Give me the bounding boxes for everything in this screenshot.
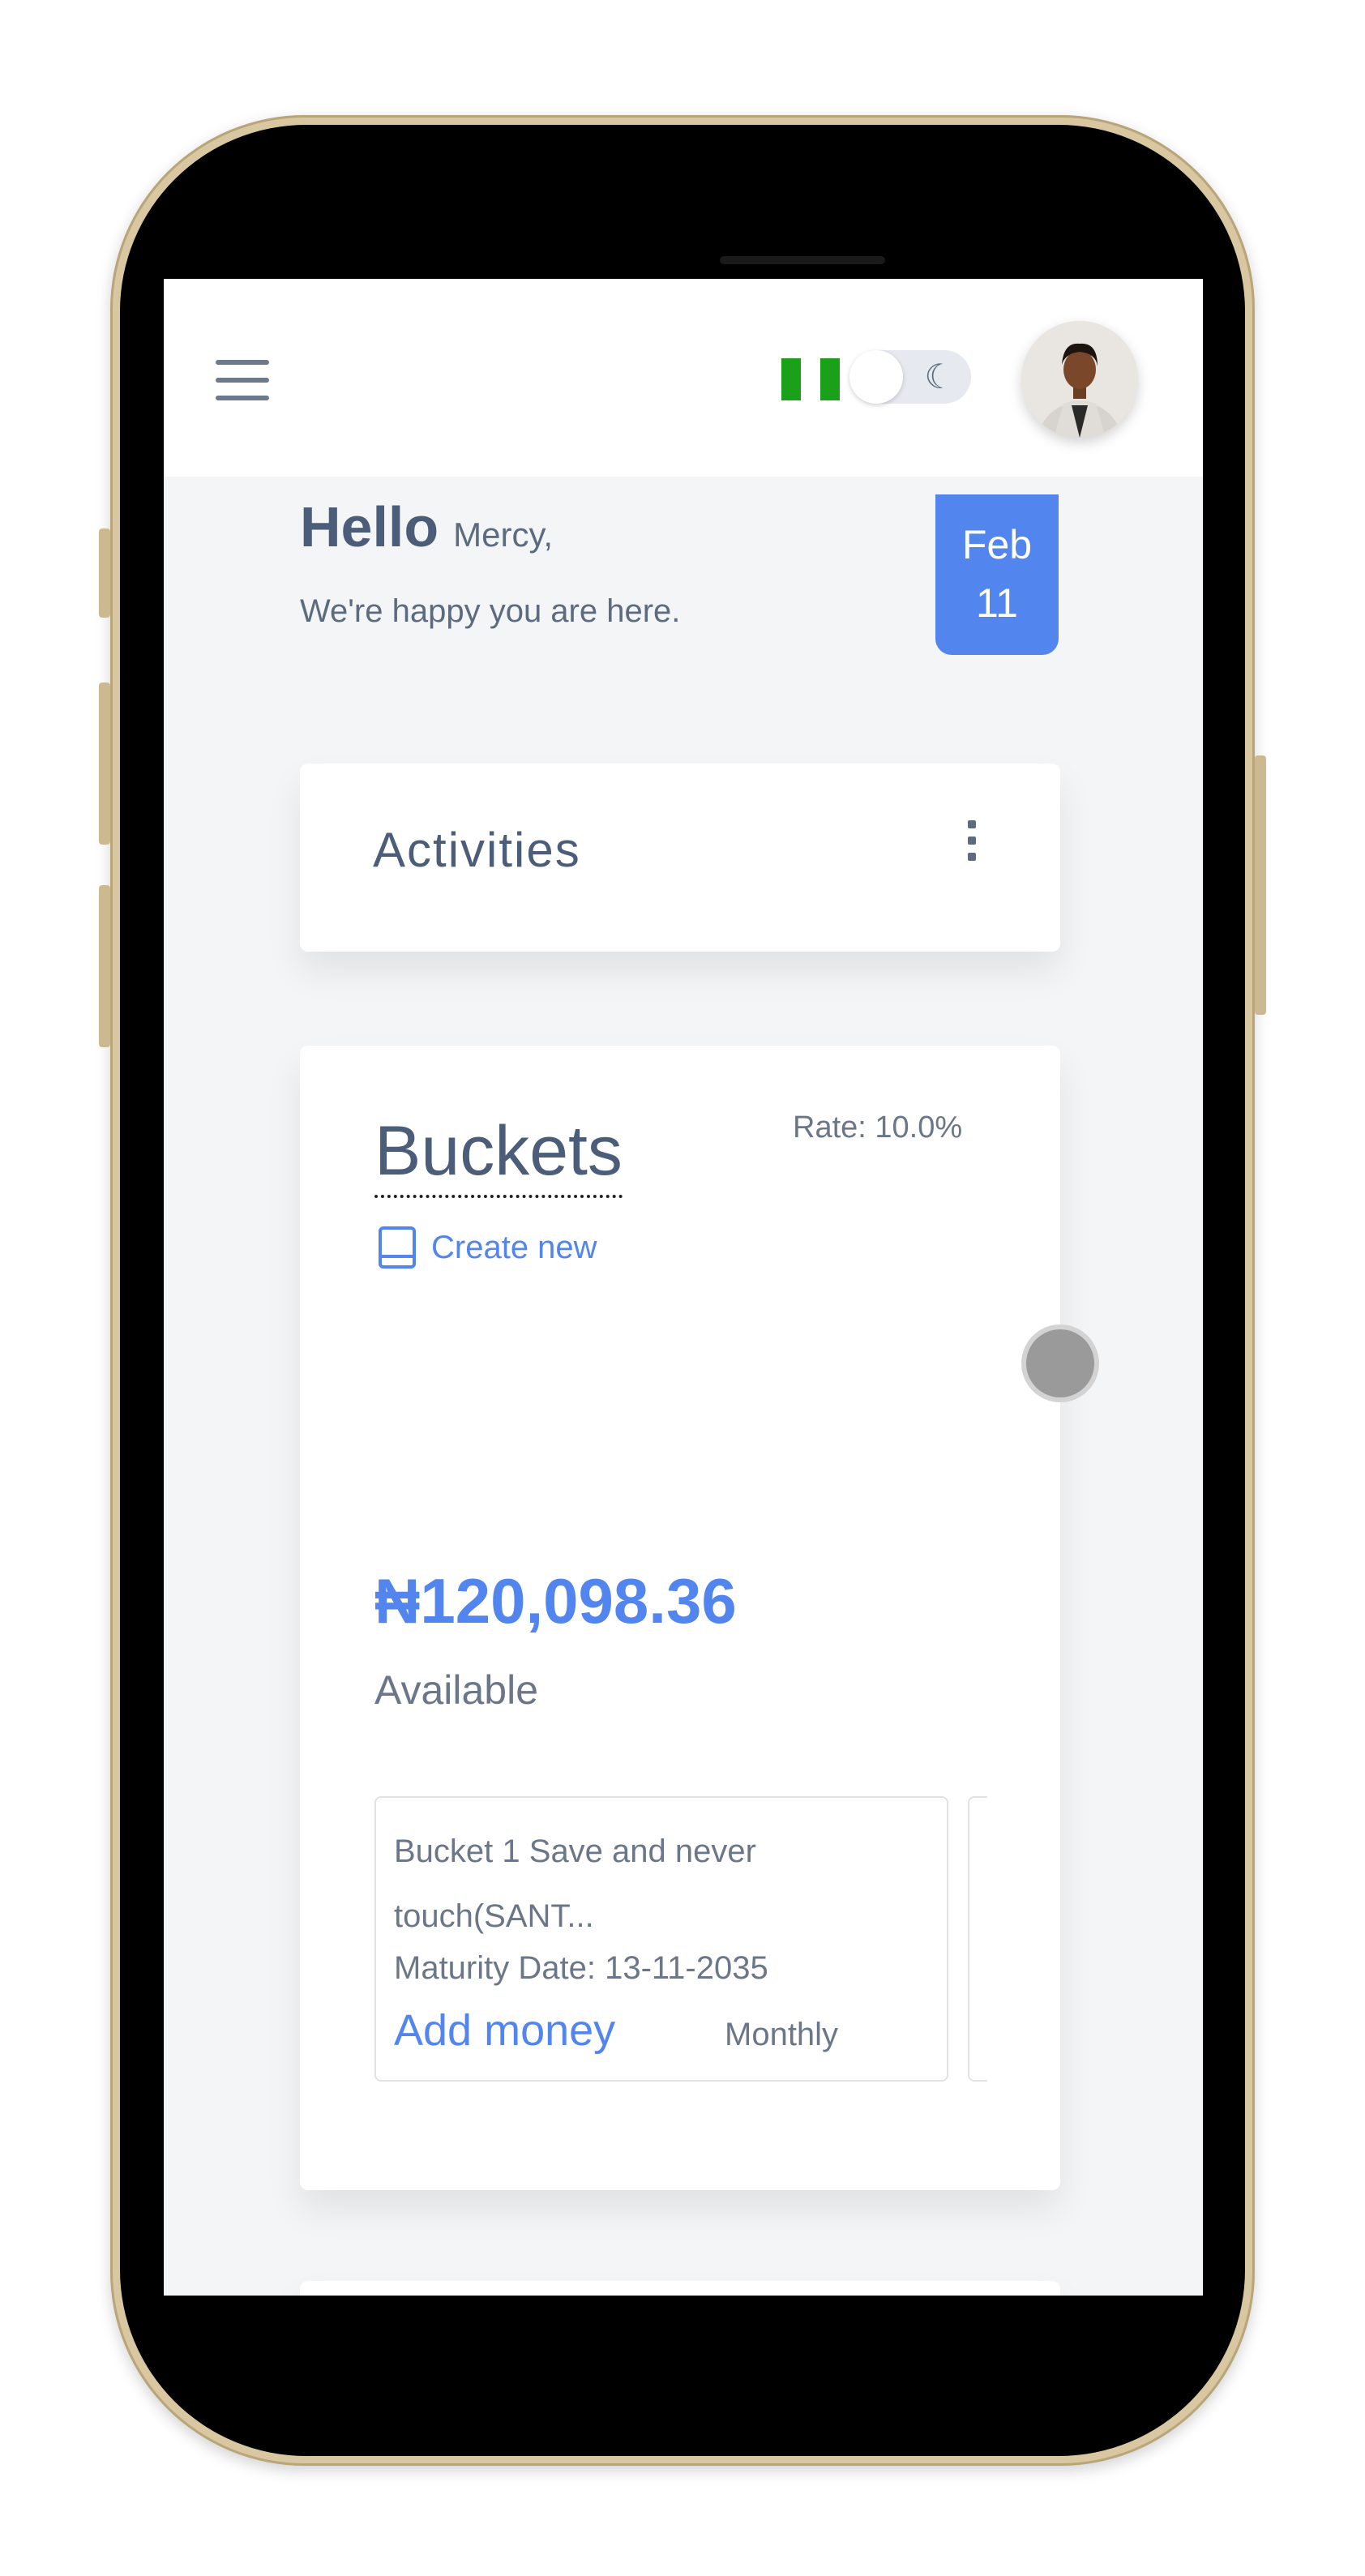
create-new-button[interactable]: Create new bbox=[378, 1226, 597, 1269]
available-label: Available bbox=[374, 1667, 539, 1713]
volume-down-button bbox=[99, 885, 110, 1047]
bucket-item-next[interactable] bbox=[968, 1796, 987, 2082]
date-badge: Feb 11 bbox=[935, 494, 1059, 655]
activities-title: Activities bbox=[373, 823, 581, 877]
kebab-menu-icon[interactable] bbox=[966, 820, 978, 862]
nigeria-flag-icon bbox=[781, 358, 840, 400]
greeting-hello: Hello bbox=[300, 495, 439, 558]
app-screen: ☾ Hello Mercy, We're happy you are here. … bbox=[164, 279, 1203, 2296]
hamburger-menu-icon[interactable] bbox=[216, 360, 269, 400]
create-new-label: Create new bbox=[431, 1229, 597, 1265]
toggle-knob bbox=[849, 350, 903, 404]
theme-toggle[interactable]: ☾ bbox=[849, 350, 971, 404]
activities-card: Activities bbox=[300, 764, 1060, 952]
next-card bbox=[300, 2281, 1060, 2296]
bucket-item[interactable]: Bucket 1 Save and never touch(SANT... Ma… bbox=[374, 1796, 948, 2082]
available-balance: ₦120,098.36 bbox=[374, 1565, 737, 1637]
mute-switch bbox=[99, 528, 110, 618]
top-bar: ☾ bbox=[164, 279, 1203, 477]
date-month: Feb bbox=[961, 522, 1033, 567]
bucket-frequency: Monthly bbox=[725, 2017, 839, 2052]
speaker-grille bbox=[720, 256, 885, 264]
greeting: Hello Mercy, bbox=[300, 494, 553, 559]
buckets-title[interactable]: Buckets bbox=[374, 1109, 623, 1198]
greeting-name: Mercy, bbox=[453, 516, 554, 554]
book-icon bbox=[379, 1226, 416, 1269]
user-avatar[interactable] bbox=[1021, 321, 1138, 438]
greeting-subtitle: We're happy you are here. bbox=[300, 593, 681, 629]
bucket-title: Bucket 1 Save and never touch(SANT... bbox=[394, 1834, 756, 1934]
avatar-portrait bbox=[1021, 321, 1138, 438]
buckets-card: Buckets Rate: 10.0% Create new ₦120,098.… bbox=[300, 1046, 1060, 2190]
notch bbox=[588, 125, 1016, 264]
date-day: 11 bbox=[976, 580, 1018, 626]
add-money-button[interactable]: Add money bbox=[394, 2005, 615, 2056]
volume-up-button bbox=[99, 683, 110, 845]
moon-icon: ☾ bbox=[924, 357, 955, 396]
interest-rate: Rate: 10.0% bbox=[793, 1110, 963, 1145]
assistive-touch-button[interactable] bbox=[1026, 1329, 1094, 1397]
bucket-maturity-date: Maturity Date: 13-11-2035 bbox=[394, 1950, 768, 1986]
power-button bbox=[1255, 755, 1266, 1015]
